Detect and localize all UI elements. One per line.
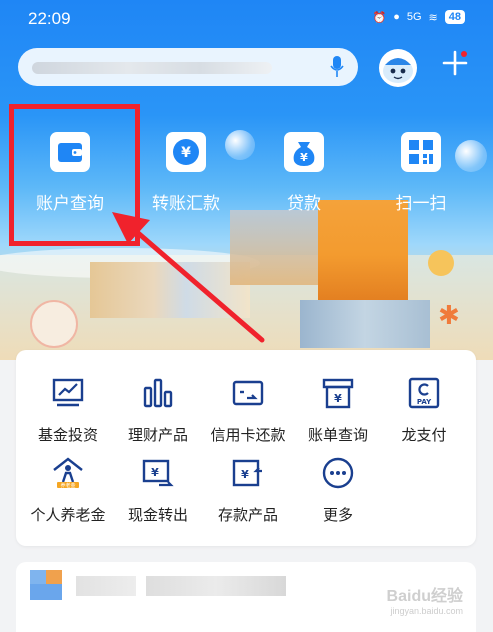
status-time: 22:09 — [28, 9, 71, 28]
microphone-icon[interactable] — [330, 56, 344, 78]
services-card: 基金投资 理财产品 信用卡还款 ¥ 账单查询 PAY 龙支付 养老金 个人养老金… — [16, 350, 476, 546]
service-label: 龙支付 — [401, 427, 447, 444]
service-long-pay[interactable]: PAY 龙支付 — [378, 376, 470, 445]
service-label: 基金投资 — [37, 427, 98, 444]
service-label: 个人养老金 — [30, 507, 106, 524]
transfer-icon: ¥ — [166, 132, 206, 172]
svg-text:¥: ¥ — [241, 468, 249, 481]
banner-balloon — [428, 250, 454, 276]
service-label: 存款产品 — [217, 507, 278, 524]
wifi-icon: ≋ — [428, 11, 438, 24]
network-label: 5G — [406, 11, 422, 23]
avatar[interactable] — [379, 49, 417, 87]
service-bill[interactable]: ¥ 账单查询 — [292, 376, 384, 445]
banner-blur-block — [300, 300, 430, 348]
service-label: 更多 — [322, 507, 353, 524]
service-label: 理财产品 — [127, 427, 188, 444]
search-placeholder-blur — [32, 62, 272, 74]
quick-action-label: 转账汇款 — [152, 194, 220, 213]
quick-action-scan[interactable]: 扫一扫 — [378, 130, 464, 214]
service-more[interactable]: 更多 — [292, 456, 384, 525]
svg-text:¥: ¥ — [181, 145, 191, 161]
quick-action-transfer[interactable]: ¥ 转账汇款 — [143, 130, 229, 214]
bill-icon: ¥ — [322, 378, 354, 409]
svg-text:PAY: PAY — [417, 398, 432, 406]
add-plus-icon[interactable] — [442, 50, 468, 76]
service-label: 账单查询 — [307, 427, 368, 444]
watermark: Baidu经验 jingyan.baidu.com — [387, 582, 463, 616]
deposit-icon: ¥ — [232, 459, 262, 487]
alarm-icon: ⏰ — [372, 11, 387, 24]
money-bag-icon: ¥ — [284, 132, 324, 172]
cash-out-icon: ¥ — [142, 459, 174, 487]
service-pension[interactable]: 养老金 个人养老金 — [22, 456, 114, 525]
service-cash-out[interactable]: ¥ 现金转出 — [112, 456, 204, 525]
location-icon: ● — [393, 11, 400, 23]
fund-chart-icon — [52, 378, 84, 407]
svg-text:¥: ¥ — [300, 151, 308, 164]
quick-action-loan[interactable]: ¥ 贷款 — [261, 130, 347, 214]
more-icon — [322, 457, 354, 489]
banner-blur-block — [90, 262, 250, 318]
status-bar: 22:09 ⏰ ● 5G ≋ 48 — [0, 0, 493, 36]
pension-icon: 养老金 — [53, 457, 83, 489]
highlight-box — [9, 104, 140, 246]
banner-sticker — [30, 300, 78, 348]
long-pay-icon: PAY — [408, 377, 440, 409]
quick-action-label: 扫一扫 — [395, 194, 447, 213]
bubble-icon — [225, 130, 255, 160]
watermark-brand: Baidu经验 — [386, 588, 463, 605]
credit-card-icon — [232, 380, 264, 406]
blurred-image — [46, 570, 62, 584]
service-label: 信用卡还款 — [210, 427, 286, 444]
service-wealth[interactable]: 理财产品 — [112, 376, 204, 445]
banner-blur-block — [318, 200, 408, 310]
search-input[interactable] — [18, 48, 358, 86]
svg-text:¥: ¥ — [151, 466, 159, 479]
watermark-url: jingyan.baidu.com — [390, 606, 463, 616]
quick-action-label: 贷款 — [287, 194, 321, 213]
scan-icon — [401, 132, 441, 172]
blurred-text — [146, 576, 286, 596]
blurred-image — [30, 570, 46, 584]
mascot-icon — [383, 58, 413, 83]
service-fund[interactable]: 基金投资 — [22, 376, 114, 445]
bar-chart-icon — [143, 378, 173, 408]
service-credit-card[interactable]: 信用卡还款 — [202, 376, 294, 445]
svg-text:¥: ¥ — [334, 392, 342, 405]
blurred-text — [76, 576, 136, 596]
blurred-image — [30, 584, 62, 600]
battery-icon: 48 — [444, 10, 465, 24]
service-deposit[interactable]: ¥ 存款产品 — [202, 456, 294, 525]
service-label: 现金转出 — [127, 507, 188, 524]
banner-starfish: ✱ — [438, 300, 460, 330]
status-icons: ⏰ ● 5G ≋ 48 — [372, 10, 465, 24]
svg-text:养老金: 养老金 — [60, 482, 75, 489]
